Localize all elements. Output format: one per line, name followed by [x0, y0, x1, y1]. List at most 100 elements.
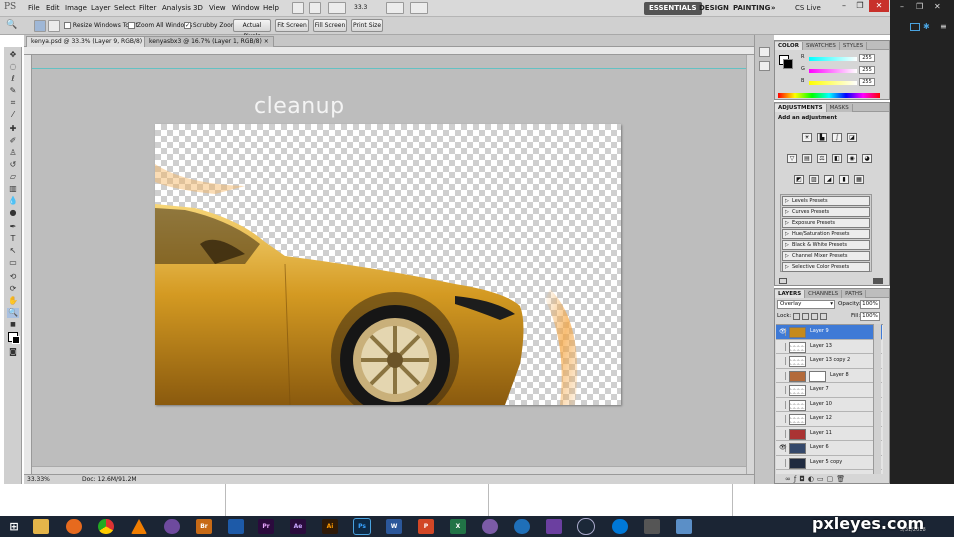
after-effects-icon[interactable]: Ae [290, 519, 306, 534]
fit-screen-button[interactable]: Fit Screen [275, 19, 309, 32]
settings-icon[interactable]: ✱ [923, 22, 930, 31]
lock-position-icon[interactable] [811, 313, 818, 320]
menu-file[interactable]: File [28, 4, 40, 12]
powerpoint-icon[interactable]: P [418, 519, 434, 534]
clip-icon[interactable] [779, 278, 787, 284]
restore-icon[interactable]: ❐ [916, 2, 923, 11]
tab-paths[interactable]: PATHS [842, 290, 867, 298]
curves-icon[interactable]: ∫ [832, 133, 842, 142]
zoom-out-icon[interactable] [48, 20, 60, 32]
layer-row[interactable]: 👁 Layer 6 [776, 441, 882, 456]
layer-row[interactable]: Layer 10 [776, 398, 882, 412]
photo-filter-icon[interactable]: ◉ [847, 154, 857, 163]
marquee-tool-icon[interactable]: ◌ [7, 62, 19, 72]
blue-value[interactable]: 255 [859, 78, 875, 86]
layer-row[interactable]: Layer 12 [776, 412, 882, 427]
bridge-icon[interactable]: Br [196, 519, 212, 534]
eyedropper-tool-icon[interactable]: ⁄ [7, 110, 19, 120]
3d-rotate-tool-icon[interactable]: ⟲ [7, 272, 19, 282]
menu-3d[interactable]: 3D [193, 4, 203, 12]
cast-icon[interactable] [910, 23, 920, 31]
illustrator-icon[interactable]: Ai [322, 519, 338, 534]
status-zoom[interactable]: 33.33% [27, 476, 50, 483]
dodge-tool-icon[interactable]: ● [7, 208, 19, 218]
link-layers-icon[interactable]: ∞ [785, 475, 794, 483]
quick-select-tool-icon[interactable]: ✎ [7, 86, 19, 96]
tab-kenyasbx3[interactable]: kenyasbx3 @ 16.7% (Layer 1, RGB/8) × [144, 36, 274, 47]
zoom-tool-icon[interactable]: 🔍 [7, 308, 19, 318]
preset-hue-saturation[interactable]: ▷ Hue/Saturation Presets [782, 229, 870, 239]
menu-help[interactable]: Help [263, 4, 279, 12]
menu-icon[interactable]: ≡ [940, 22, 947, 31]
layer-row[interactable]: Layer 13 copy 2 [776, 354, 882, 369]
menu-view[interactable]: View [209, 4, 226, 12]
browser-icon[interactable] [482, 519, 498, 534]
menu-image[interactable]: Image [65, 4, 87, 12]
tab-kenya[interactable]: kenya.psd @ 33.3% (Layer 9, RGB/8) × [26, 36, 155, 47]
visibility-toggle[interactable] [779, 342, 786, 351]
vertical-scrollbar[interactable] [746, 55, 754, 474]
menu-select[interactable]: Select [114, 4, 136, 12]
fill-screen-button[interactable]: Fill Screen [313, 19, 347, 32]
visibility-toggle[interactable] [779, 400, 786, 409]
exposure-icon[interactable]: ◪ [847, 133, 857, 142]
invert-icon[interactable]: ◩ [794, 175, 804, 184]
photoshop-taskbar-icon[interactable]: Ps [353, 518, 371, 535]
tab-channels[interactable]: CHANNELS [805, 290, 843, 298]
layer-row[interactable]: Layer 8 [776, 369, 882, 383]
fill-field[interactable]: 100% [860, 312, 880, 321]
lasso-tool-icon[interactable]: ℓ [7, 74, 19, 84]
restore-icon[interactable]: ❐ [852, 0, 868, 12]
history-brush-tool-icon[interactable]: ↺ [7, 160, 19, 170]
hue-saturation-icon[interactable]: ▤ [802, 154, 812, 163]
tab-styles[interactable]: STYLES [839, 42, 868, 50]
selective-color-icon[interactable]: ▦ [854, 175, 864, 184]
minimize-icon[interactable]: – [900, 2, 904, 11]
red-value[interactable]: 255 [859, 54, 875, 62]
cs-live-button[interactable]: CS Live [790, 2, 826, 15]
close-icon[interactable]: ✕ [934, 2, 941, 11]
menu-layer[interactable]: Layer [91, 4, 111, 12]
actual-pixels-button[interactable]: Actual Pixels [233, 19, 271, 40]
move-tool-icon[interactable]: ✥ [7, 50, 19, 60]
tab-adjustments[interactable]: ADJUSTMENTS [775, 104, 827, 112]
edge-icon[interactable] [612, 519, 628, 534]
visibility-toggle[interactable] [779, 371, 786, 380]
firefox-icon[interactable] [66, 519, 82, 534]
layer-row[interactable]: Layer 5 copy [776, 456, 882, 470]
threshold-icon[interactable]: ◢ [824, 175, 834, 184]
tab-layers[interactable]: LAYERS [775, 290, 806, 298]
print-size-button[interactable]: Print Size [351, 19, 383, 32]
minibridge-button[interactable] [309, 2, 321, 14]
word-icon[interactable]: W [386, 519, 402, 534]
zoom-all-windows-checkbox[interactable] [128, 22, 135, 29]
layer-row[interactable]: Layer 11 [776, 427, 882, 441]
pen-tool-icon[interactable]: ✒ [7, 222, 19, 232]
workspace-essentials[interactable]: ESSENTIALS [644, 2, 702, 15]
tab-swatches[interactable]: SWATCHES [802, 42, 840, 50]
hand-tool-icon[interactable]: ✋ [7, 296, 19, 306]
layers-scrollbar[interactable] [873, 324, 881, 474]
workspace-more[interactable]: » [766, 2, 781, 15]
horizontal-scrollbar[interactable] [32, 466, 746, 474]
channel-mixer-icon[interactable]: ◕ [862, 154, 872, 163]
menu-window[interactable]: Window [232, 4, 260, 12]
arrange-documents-button[interactable] [386, 2, 404, 14]
tab-masks[interactable]: MASKS [826, 104, 853, 112]
layer-row[interactable]: Layer 7 [776, 383, 882, 398]
menu-edit[interactable]: Edit [46, 4, 60, 12]
green-slider[interactable]: G 255 [801, 66, 891, 75]
excel-icon[interactable]: X [450, 519, 466, 534]
quick-mask-icon[interactable]: ◙ [7, 347, 19, 357]
zoom-level-field[interactable]: 33.3 [354, 4, 367, 11]
lock-all-icon[interactable] [820, 313, 827, 320]
new-group-icon[interactable]: ▭ [817, 475, 827, 483]
crop-tool-icon[interactable]: ⌗ [7, 98, 19, 108]
gradient-tool-icon[interactable]: ▥ [7, 184, 19, 194]
actions-panel-icon[interactable] [759, 61, 770, 71]
chrome-icon[interactable] [98, 519, 114, 534]
red-slider[interactable]: R 255 [801, 54, 891, 63]
opacity-field[interactable]: 100% [860, 300, 880, 309]
shape-tool-icon[interactable]: ▭ [7, 258, 19, 268]
brightness-contrast-icon[interactable]: ☀ [802, 133, 812, 142]
